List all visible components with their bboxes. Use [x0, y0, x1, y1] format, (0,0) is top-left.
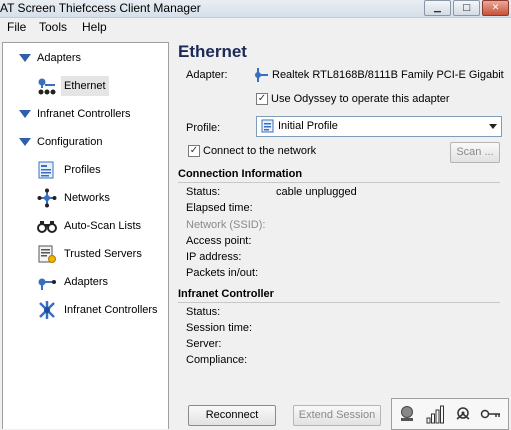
dropdown-arrow-icon[interactable]	[489, 124, 497, 129]
tree-item-ethernet[interactable]: Ethernet	[3, 76, 163, 96]
signal-strength-icon[interactable]	[426, 404, 444, 424]
menu-file[interactable]: File	[7, 19, 26, 36]
tree-networks-label: Networks	[64, 192, 110, 204]
expand-arrow-icon[interactable]	[19, 138, 31, 146]
tree-configuration-label: Configuration	[37, 136, 103, 148]
adapter-icon	[255, 68, 268, 82]
server-label: Server:	[186, 338, 222, 350]
conn-status-label: Status:	[186, 186, 221, 198]
packets-label: Packets in/out:	[186, 267, 259, 279]
ic-status-label: Status:	[186, 306, 221, 318]
ethernet-adapter-icon	[38, 78, 56, 95]
tree-item-networks[interactable]: Networks	[3, 188, 163, 208]
tree-item-profiles[interactable]: Profiles	[3, 160, 163, 180]
menu-help[interactable]: Help	[82, 19, 107, 36]
profile-icon	[261, 119, 274, 133]
adapter-name: Realtek RTL8168B/8111B Family PCI-E Giga…	[272, 69, 504, 81]
scan-button[interactable]: Scan ...	[450, 142, 500, 163]
security-icon[interactable]	[454, 404, 472, 424]
tree-profiles-label: Profiles	[64, 164, 101, 176]
tree-configuration-group[interactable]: Configuration	[3, 132, 163, 152]
elapsed-time-label: Elapsed time:	[186, 202, 253, 214]
connect-network-label: Connect to the network	[203, 145, 317, 157]
window-title: AT Screen Thiefccess Client Manager	[0, 1, 201, 15]
use-odyssey-label: Use Odyssey to operate this adapter	[271, 93, 450, 105]
tree-item-config-infranet[interactable]: Infranet Controllers	[3, 300, 163, 320]
infranet-heading: Infranet Controller	[178, 288, 274, 300]
tree-item-trusted-servers[interactable]: Trusted Servers	[3, 244, 163, 264]
tree-auto-scan-label: Auto-Scan Lists	[64, 220, 142, 232]
use-odyssey-checkbox[interactable]: ✓	[256, 93, 268, 105]
menu-tools[interactable]: Tools	[39, 19, 67, 36]
minimize-button[interactable]: ▁	[424, 0, 451, 16]
section-divider	[178, 302, 500, 303]
status-icon-tray	[391, 398, 509, 430]
tree-trusted-servers-label: Trusted Servers	[64, 248, 142, 260]
section-divider	[178, 182, 500, 183]
infranet-controller-icon	[39, 301, 55, 319]
ip-address-label: IP address:	[186, 251, 242, 263]
tree-adapters-label: Adapters	[37, 52, 82, 64]
key-icon[interactable]	[480, 407, 502, 421]
profile-select[interactable]: Initial Profile	[256, 116, 502, 137]
tree-config-adapters-label: Adapters	[64, 276, 109, 288]
profile-value: Initial Profile	[278, 120, 338, 132]
connection-info-heading: Connection Information	[178, 168, 303, 180]
profiles-icon	[38, 161, 54, 179]
tree-infranet-group[interactable]: Infranet Controllers	[3, 104, 163, 124]
expand-arrow-icon[interactable]	[19, 110, 31, 118]
compliance-label: Compliance:	[186, 354, 248, 366]
menu-bar: File Tools Help	[0, 18, 511, 37]
access-point-label: Access point:	[186, 235, 252, 247]
session-time-label: Session time:	[186, 322, 253, 334]
networks-icon	[37, 188, 57, 208]
binoculars-icon	[37, 221, 57, 233]
tree-config-infranet-label: Infranet Controllers	[64, 304, 158, 316]
tree-adapters-group[interactable]: Adapters	[3, 48, 163, 68]
title-bar: AT Screen Thiefccess Client Manager ▁ □ …	[0, 0, 511, 18]
maximize-button[interactable]: □	[453, 0, 480, 16]
trusted-servers-icon	[38, 245, 56, 263]
expand-arrow-icon[interactable]	[19, 54, 31, 62]
tree-infranet-label: Infranet Controllers	[37, 108, 131, 120]
close-button[interactable]: ✕	[482, 0, 509, 16]
page-title: Ethernet	[178, 42, 247, 61]
tree-ethernet-label: Ethernet	[64, 80, 106, 92]
adapter-icon	[38, 278, 56, 290]
tree-item-config-adapters[interactable]: Adapters	[3, 272, 163, 292]
extend-session-button[interactable]: Extend Session	[293, 405, 381, 426]
ssid-label: Network (SSID):	[186, 219, 266, 231]
adapter-label: Adapter:	[186, 69, 228, 81]
connect-network-checkbox[interactable]: ✓	[188, 145, 200, 157]
connection-status-icon[interactable]	[398, 405, 416, 423]
main-panel: Ethernet Adapter: Realtek RTL8168B/8111B…	[170, 38, 511, 430]
profile-label: Profile:	[186, 122, 221, 134]
tree-item-auto-scan-lists[interactable]: Auto-Scan Lists	[3, 216, 163, 236]
navigation-tree: Adapters Ethernet Infranet Controllers C…	[2, 42, 169, 429]
reconnect-button[interactable]: Reconnect	[188, 405, 276, 426]
conn-status-value: cable unplugged	[276, 186, 357, 198]
